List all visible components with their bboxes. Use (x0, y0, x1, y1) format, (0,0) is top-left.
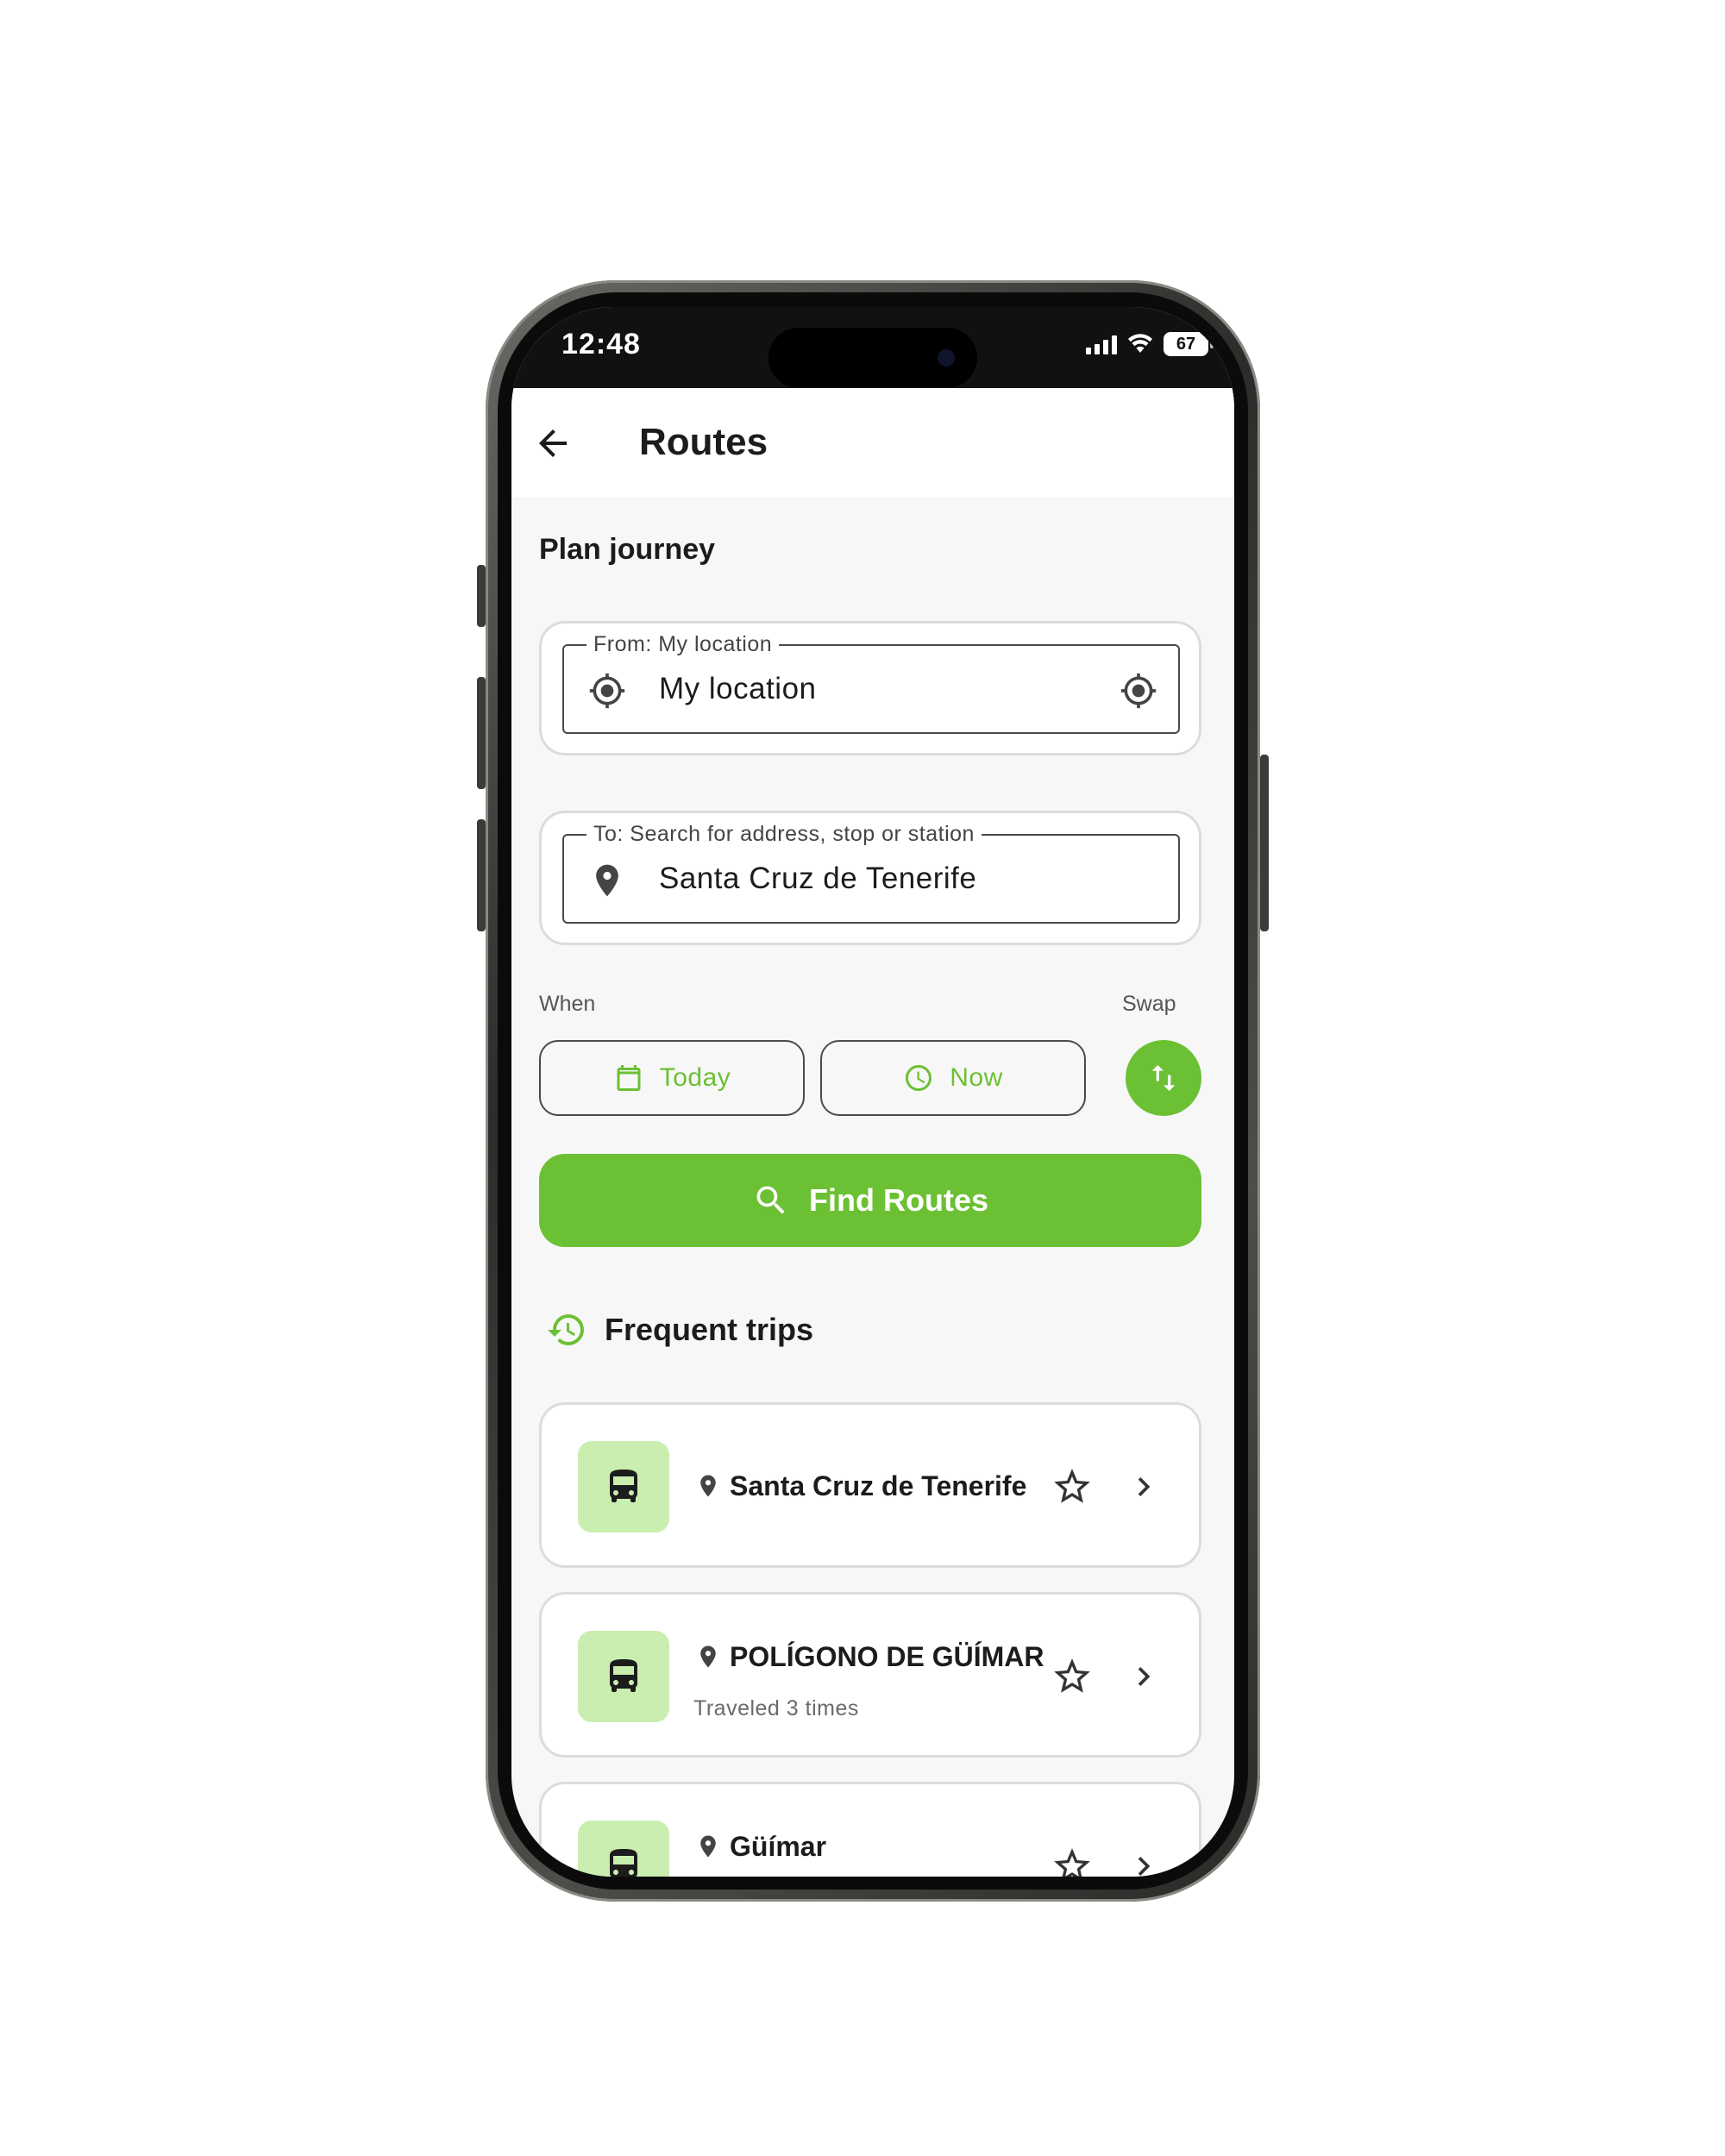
page-title: Routes (639, 421, 768, 463)
trip-card[interactable]: Santa Cruz de Tenerife (539, 1402, 1201, 1568)
to-input[interactable]: To: Search for address, stop or station … (562, 822, 1180, 924)
bus-icon (610, 1849, 637, 1877)
to-input-label: To: Search for address, stop or station (586, 822, 982, 847)
locate-me-icon[interactable] (1120, 672, 1157, 710)
from-card: From: My location My location (539, 621, 1201, 755)
to-card: To: Search for address, stop or station … (539, 811, 1201, 945)
from-input[interactable]: From: My location My location (562, 632, 1180, 734)
app-screen: 12:48 67 Routes Plan journey From: My lo… (511, 307, 1234, 1877)
from-input-label: From: My location (586, 632, 780, 657)
battery-indicator: 67 (1164, 332, 1214, 356)
status-time: 12:48 (561, 328, 641, 360)
power-button (1260, 755, 1269, 931)
status-bar: 12:48 67 (511, 307, 1234, 388)
cellular-signal-icon (1086, 334, 1117, 354)
map-pin-icon (700, 1645, 716, 1668)
swap-label: Swap (1122, 992, 1176, 1016)
volume-down-button (477, 819, 486, 931)
swap-vertical-icon (1151, 1065, 1176, 1091)
time-button-label: Now (950, 1063, 1003, 1092)
star-outline-icon[interactable] (1051, 1655, 1094, 1698)
wifi-icon (1128, 334, 1152, 353)
map-pin-icon (700, 1835, 716, 1858)
calendar-icon (617, 1065, 641, 1091)
map-pin-icon (596, 864, 618, 897)
date-button[interactable]: Today (539, 1040, 805, 1116)
to-input-value: Santa Cruz de Tenerife (659, 862, 977, 895)
date-button-label: Today (659, 1063, 731, 1092)
action-button (477, 565, 486, 627)
volume-up-button (477, 677, 486, 789)
from-input-value: My location (659, 672, 817, 705)
time-button[interactable]: Now (820, 1040, 1086, 1116)
find-routes-label: Find Routes (809, 1182, 988, 1218)
chevron-right-icon[interactable] (1125, 1658, 1163, 1695)
bus-icon-tile (578, 1821, 669, 1877)
trip-card[interactable]: Güímar (539, 1782, 1201, 1877)
dynamic-island (768, 328, 977, 388)
clock-icon (906, 1065, 932, 1091)
trip-card[interactable]: POLÍGONO DE GÜÍMAR Traveled 3 times (539, 1592, 1201, 1758)
star-outline-icon[interactable] (1051, 1465, 1094, 1508)
swap-button[interactable] (1126, 1040, 1201, 1116)
status-icons: 67 (1086, 329, 1214, 359)
arrow-back-icon[interactable] (532, 423, 574, 464)
chevron-right-icon[interactable] (1125, 1847, 1163, 1877)
map-pin-icon (700, 1475, 716, 1497)
app-bar: Routes (511, 388, 1234, 497)
bus-icon (610, 1659, 637, 1692)
front-camera (938, 349, 955, 367)
bus-icon-tile (578, 1631, 669, 1722)
bus-icon (610, 1470, 637, 1502)
search-icon (756, 1186, 785, 1214)
when-label: When (539, 992, 596, 1016)
trip-frequency: Traveled 3 times (693, 1696, 859, 1720)
my-location-icon (589, 673, 625, 709)
plan-journey-title: Plan journey (539, 533, 716, 566)
trip-destination: Güímar (730, 1831, 827, 1862)
history-icon (548, 1314, 584, 1345)
bus-icon-tile (578, 1441, 669, 1532)
trip-destination: POLÍGONO DE GÜÍMAR (730, 1641, 1044, 1672)
frequent-trips-title: Frequent trips (605, 1312, 814, 1347)
frequent-trips-header: Frequent trips (546, 1309, 813, 1351)
find-routes-button[interactable]: Find Routes (539, 1154, 1201, 1247)
star-outline-icon[interactable] (1051, 1845, 1094, 1877)
chevron-right-icon[interactable] (1125, 1468, 1163, 1506)
trip-destination: Santa Cruz de Tenerife (730, 1470, 1027, 1501)
